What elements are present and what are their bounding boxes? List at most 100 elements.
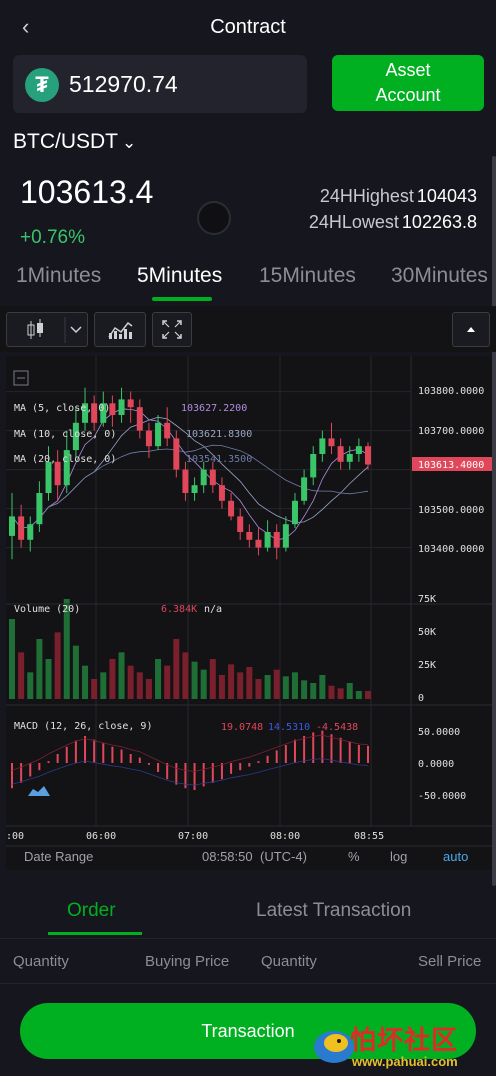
balance-value: 512970.74 xyxy=(69,71,178,97)
macd-bar xyxy=(293,739,296,763)
date-range-button[interactable]: Date Range xyxy=(24,849,93,864)
timezone-button[interactable]: (UTC-4) xyxy=(260,849,307,864)
macd-bar xyxy=(111,746,114,763)
header: ‹ Contract xyxy=(0,0,496,52)
candle-body xyxy=(45,461,52,493)
tab-15minutes[interactable]: 15Minutes xyxy=(259,264,356,288)
volume-bar xyxy=(27,672,34,699)
macd-bar xyxy=(239,763,242,771)
balance-card: ₮ 512970.74 xyxy=(13,55,307,113)
volume-bar xyxy=(136,672,143,699)
current-price-label: 103613.4000 xyxy=(418,460,484,471)
time-axis: :00 06:00 07:00 08:00 08:55 xyxy=(6,831,384,842)
chevron-down-icon xyxy=(70,326,82,334)
macd-bar xyxy=(284,745,287,763)
volume-tick: 25K xyxy=(418,660,436,671)
tab-indicator xyxy=(152,297,212,301)
price-tick: 103800.0000 xyxy=(418,386,484,397)
asset-account-label-2: Account xyxy=(375,85,441,105)
candle-body xyxy=(118,399,125,415)
candle-body xyxy=(18,516,25,540)
macd-tick: 0.0000 xyxy=(418,759,454,770)
volume-bar xyxy=(145,679,152,699)
volume-bar xyxy=(328,685,335,699)
candle-body xyxy=(282,524,289,548)
candle-body xyxy=(164,422,171,439)
order-tab-indicator xyxy=(48,932,142,935)
pair-selector[interactable]: BTC/USDT ⌄ xyxy=(13,130,136,154)
macd-bar xyxy=(102,743,105,763)
candle-body xyxy=(9,516,15,536)
volume-tick: 0 xyxy=(418,693,424,704)
price-tick: 103400.0000 xyxy=(418,544,484,555)
macd-bar xyxy=(312,732,315,763)
volume-bar xyxy=(365,691,371,699)
macd-bar xyxy=(29,763,32,777)
candle-body xyxy=(273,532,280,548)
order-tabs: Order Latest Transaction xyxy=(0,888,496,936)
tab-30minutes[interactable]: 30Minutes xyxy=(391,264,488,288)
kline-chart[interactable]: MA (5, close, 0) 103627.2200 MA (10, clo… xyxy=(6,356,492,870)
volume-bar xyxy=(109,659,116,699)
price-tick: 103700.0000 xyxy=(418,426,484,437)
low-label: 24HLowest xyxy=(308,212,399,232)
volume-bar xyxy=(282,676,289,699)
macd-bar xyxy=(357,745,360,763)
macd-bar xyxy=(193,763,196,790)
asset-account-label-1: Asset xyxy=(385,60,431,80)
scrollbar[interactable] xyxy=(492,156,496,886)
log-toggle[interactable]: log xyxy=(390,849,407,864)
high-value: 104043 xyxy=(416,186,477,206)
volume-bar xyxy=(82,665,89,699)
tab-order[interactable]: Order xyxy=(67,900,116,922)
volume-bar xyxy=(182,652,189,699)
volume-bar xyxy=(301,680,308,699)
volume-bar xyxy=(319,675,326,699)
macd-bar xyxy=(266,755,269,763)
candle-body xyxy=(255,539,262,548)
kline-chart-svg: MA (5, close, 0) 103627.2200 MA (10, clo… xyxy=(6,356,492,864)
tab-latest-transaction[interactable]: Latest Transaction xyxy=(256,900,411,922)
candle-body xyxy=(328,438,335,447)
col-sell-price: Sell Price xyxy=(418,953,482,970)
indicators-button[interactable] xyxy=(94,312,146,347)
fullscreen-button[interactable] xyxy=(152,312,192,347)
chart-type-button[interactable] xyxy=(6,312,88,347)
macd-bar xyxy=(93,739,96,763)
candle-body xyxy=(355,446,362,454)
col-buying-price: Buying Price xyxy=(145,953,230,970)
caret-up-icon xyxy=(467,327,475,332)
ma5-value: 103627.2200 xyxy=(181,403,247,414)
macd-bar xyxy=(339,737,342,763)
ma10-value: 103621.8300 xyxy=(186,429,252,440)
auto-toggle[interactable]: auto xyxy=(443,849,468,864)
asset-account-button[interactable]: Asset Account xyxy=(332,55,484,111)
tab-1minutes[interactable]: 1Minutes xyxy=(16,264,101,288)
fullscreen-icon xyxy=(162,320,182,339)
tab-5minutes[interactable]: 5Minutes xyxy=(137,264,222,288)
macd-bar xyxy=(230,763,233,774)
candle-body xyxy=(291,500,298,525)
collapse-button[interactable] xyxy=(452,312,490,347)
chevron-down-icon: ⌄ xyxy=(122,133,137,152)
macd-bar xyxy=(303,736,306,763)
volume-bar xyxy=(337,688,344,699)
candle-body xyxy=(319,438,326,454)
page-title: Contract xyxy=(210,16,286,38)
volume-bar xyxy=(291,672,298,699)
volume-bar xyxy=(273,669,280,699)
volume-bar xyxy=(228,664,235,699)
time-tick: 08:00 xyxy=(270,831,300,842)
time-tick: 07:00 xyxy=(178,831,208,842)
candle-body xyxy=(54,461,61,486)
macd-bar xyxy=(65,746,68,763)
tether-icon: ₮ xyxy=(25,68,59,102)
percent-toggle[interactable]: % xyxy=(348,849,360,864)
col-quantity-buy: Quantity xyxy=(13,953,69,970)
candle-body xyxy=(145,430,152,447)
volume-bar xyxy=(72,645,79,699)
volume-bar xyxy=(164,665,171,699)
macd-hist-value: -4.5438 xyxy=(316,722,358,733)
candle-body xyxy=(346,454,353,462)
volume-bar xyxy=(209,659,216,699)
